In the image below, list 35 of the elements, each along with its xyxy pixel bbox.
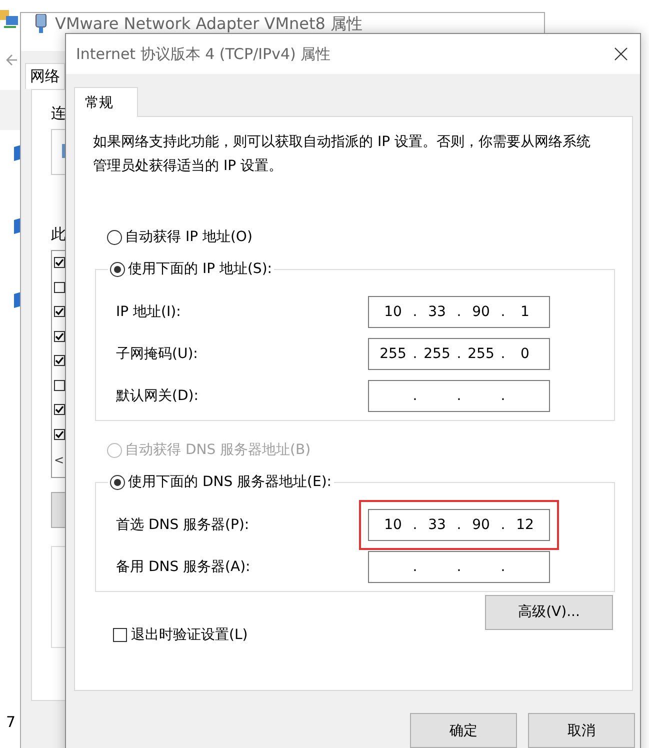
advanced-button[interactable]: 高级(V)... [485, 594, 613, 630]
tab[interactable]: 网络 [25, 63, 65, 89]
field-label: 备用 DNS 服务器(A): [116, 558, 252, 576]
description-text: 如果网络支持此功能，则可以获取自动指派的 IP 设置。否则，你需要从网络系统管理员处获得适当的 IP 设置。 [93, 133, 592, 176]
radio-button[interactable]: 使用下面的 IP 地址(S): [110, 260, 272, 278]
checkbox[interactable] [54, 306, 65, 317]
checkbox[interactable] [54, 330, 65, 342]
dialog-button[interactable]: 取消 [528, 713, 635, 748]
checkbox[interactable] [54, 380, 65, 390]
section-label: 连 [51, 104, 66, 123]
checkbox[interactable] [54, 257, 65, 268]
ip-address-field[interactable]: 10 . 33 . 90 . 1 [368, 296, 550, 328]
ip-address-field[interactable]: . . . [368, 380, 550, 412]
checkbox[interactable] [54, 355, 65, 366]
dialog-button[interactable]: 确定 [410, 713, 517, 748]
section-label: 此 [51, 225, 66, 244]
radio-button[interactable]: 自动获得 IP 地址(O) [107, 228, 632, 246]
ip-address-field[interactable]: 255 . 255 . 255 . 0 [368, 338, 550, 370]
field-label: IP 地址(I): [116, 303, 182, 321]
checkbox[interactable] [54, 282, 65, 292]
field-label: 子网掩码(U): [116, 345, 199, 363]
checkbox[interactable] [54, 428, 65, 440]
back-arrow-icon[interactable] [6, 53, 18, 67]
ip-address-field[interactable]: 10 . 33 . 90 . 12 [368, 509, 550, 541]
validate-checkbox[interactable]: 退出时验证设置(L) [113, 626, 248, 644]
field-label: 首选 DNS 服务器(P): [116, 516, 250, 534]
checkbox[interactable] [54, 404, 65, 415]
close-icon[interactable] [614, 47, 628, 61]
page-number: 7 [6, 713, 16, 731]
ip-address-field[interactable]: . . . [368, 551, 550, 583]
window-title: VMware Network Adapter VMnet8 属性 [55, 14, 363, 34]
tab[interactable]: 常规 [74, 87, 138, 117]
field-label: 默认网关(D): [116, 387, 200, 405]
window-title: Internet 协议版本 4 (TCP/IPv4) 属性 [76, 44, 331, 64]
radio-button[interactable]: 使用下面的 DNS 服务器地址(E): [110, 473, 332, 491]
